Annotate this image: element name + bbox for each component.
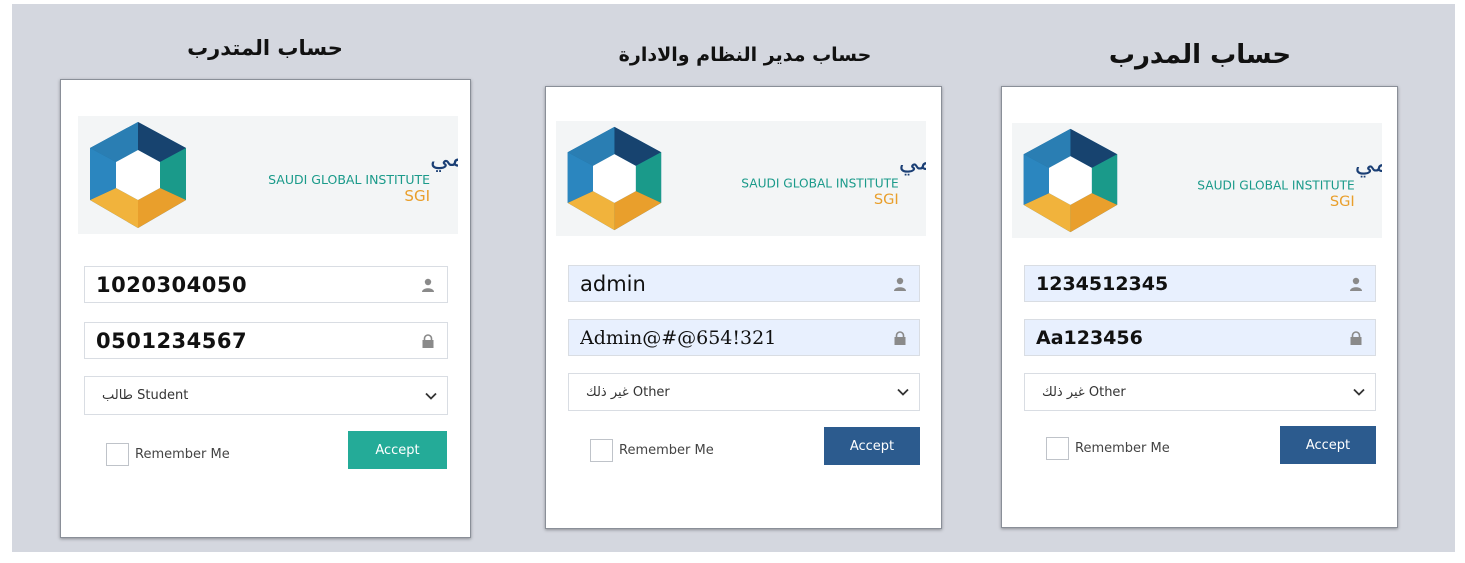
account-type-value: غير ذلك Other (1042, 384, 1126, 400)
accept-button[interactable]: Accept (1280, 426, 1376, 464)
username-value: 1020304050 (96, 272, 248, 297)
password-value: Admin@#@654!321 (580, 326, 777, 349)
svg-text:SAUDI GLOBAL INSTITUTE: SAUDI GLOBAL INSTITUTE (268, 172, 430, 187)
sgi-logo: المعهد السعودي العالمي SAUDI GLOBAL INST… (556, 121, 926, 236)
chevron-down-icon (425, 392, 437, 400)
svg-text:SGI: SGI (874, 191, 899, 208)
sgi-logo-mark: المعهد السعودي العالمي SAUDI GLOBAL INST… (90, 122, 458, 228)
username-field[interactable]: admin (568, 265, 920, 302)
remember-me-label: Remember Me (135, 447, 230, 462)
password-value: 0501234567 (96, 328, 248, 353)
lock-icon (422, 333, 434, 348)
svg-text:المعهد السعودي العالمي: المعهد السعودي العالمي (430, 143, 458, 173)
username-value: 1234512345 (1036, 272, 1169, 295)
svg-text:SGI: SGI (404, 187, 430, 205)
account-type-select[interactable]: غير ذلك Other (568, 373, 920, 411)
login-card-trainer: المعهد السعودي العالمي SAUDI GLOBAL INST… (1001, 86, 1398, 528)
svg-text:SAUDI GLOBAL INSTITUTE: SAUDI GLOBAL INSTITUTE (1197, 178, 1354, 192)
accept-button[interactable]: Accept (348, 431, 447, 469)
svg-text:المعهد السعودي العالمي: المعهد السعودي العالمي (899, 147, 926, 176)
svg-text:SAUDI GLOBAL INSTITUTE: SAUDI GLOBAL INSTITUTE (741, 176, 898, 190)
panel-title-trainee: حساب المتدرب (187, 36, 343, 60)
lock-icon (894, 330, 906, 345)
login-card-admin: المعهد السعودي العالمي SAUDI GLOBAL INST… (545, 86, 942, 529)
svg-text:SGI: SGI (1330, 193, 1355, 210)
account-type-select[interactable]: غير ذلك Other (1024, 373, 1376, 411)
remember-me-checkbox[interactable] (590, 439, 613, 462)
sgi-logo-mark: المعهد السعودي العالمي SAUDI GLOBAL INST… (1023, 128, 1382, 233)
account-type-value: غير ذلك Other (586, 384, 670, 400)
username-value: admin (580, 271, 646, 296)
account-type-value: طالب Student (102, 388, 189, 403)
panel-title-trainer: حساب المدرب (1108, 40, 1292, 70)
sgi-logo-mark: المعهد السعودي العالمي SAUDI GLOBAL INST… (567, 126, 926, 231)
password-field[interactable]: Admin@#@654!321 (568, 319, 920, 356)
remember-me-label: Remember Me (619, 443, 714, 458)
user-icon (1350, 277, 1362, 291)
password-field[interactable]: 0501234567 (84, 322, 448, 359)
panel-title-admin: حساب مدير النظام والادارة (618, 44, 872, 66)
password-value: Aa123456 (1036, 326, 1143, 349)
lock-icon (1350, 330, 1362, 345)
login-card-trainee: المعهد السعودي العالمي SAUDI GLOBAL INST… (60, 79, 471, 538)
remember-me-label: Remember Me (1075, 441, 1170, 456)
chevron-down-icon (1353, 388, 1365, 396)
remember-me-checkbox[interactable] (106, 443, 129, 466)
remember-me[interactable]: Remember Me (1046, 437, 1170, 460)
username-field[interactable]: 1234512345 (1024, 265, 1376, 302)
svg-text:المعهد السعودي العالمي: المعهد السعودي العالمي (1355, 149, 1382, 178)
username-field[interactable]: 1020304050 (84, 266, 448, 303)
account-type-select[interactable]: طالب Student (84, 376, 448, 415)
sgi-logo: المعهد السعودي العالمي SAUDI GLOBAL INST… (78, 116, 458, 234)
sgi-logo: المعهد السعودي العالمي SAUDI GLOBAL INST… (1012, 123, 1382, 238)
accept-button[interactable]: Accept (824, 427, 920, 465)
remember-me[interactable]: Remember Me (590, 439, 714, 462)
remember-me-checkbox[interactable] (1046, 437, 1069, 460)
chevron-down-icon (897, 388, 909, 396)
user-icon (422, 278, 434, 292)
password-field[interactable]: Aa123456 (1024, 319, 1376, 356)
remember-me[interactable]: Remember Me (106, 443, 230, 466)
user-icon (894, 277, 906, 291)
